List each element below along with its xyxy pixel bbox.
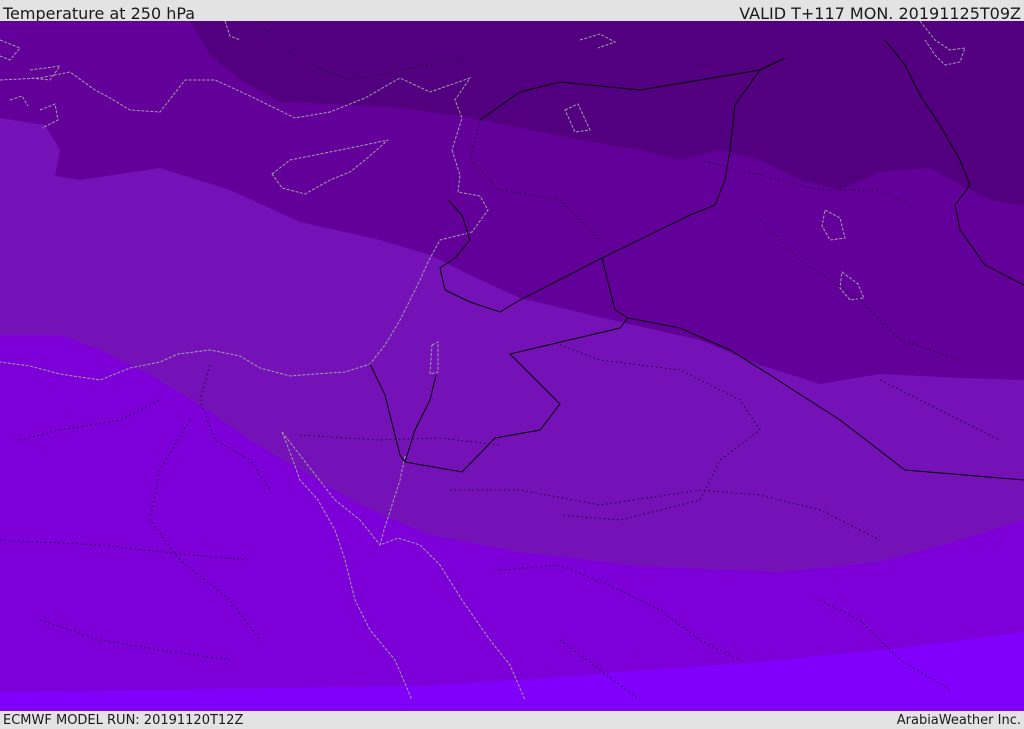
temperature-map[interactable] [0,21,1024,711]
header-bar: Temperature at 250 hPa VALID T+117 MON. … [0,0,1024,23]
footer-bar: ECMWF MODEL RUN: 20191120T12Z ArabiaWeat… [0,711,1024,729]
model-run-label: ECMWF MODEL RUN: 20191120T12Z [3,713,244,728]
credit-label: ArabiaWeather Inc. [896,713,1021,728]
